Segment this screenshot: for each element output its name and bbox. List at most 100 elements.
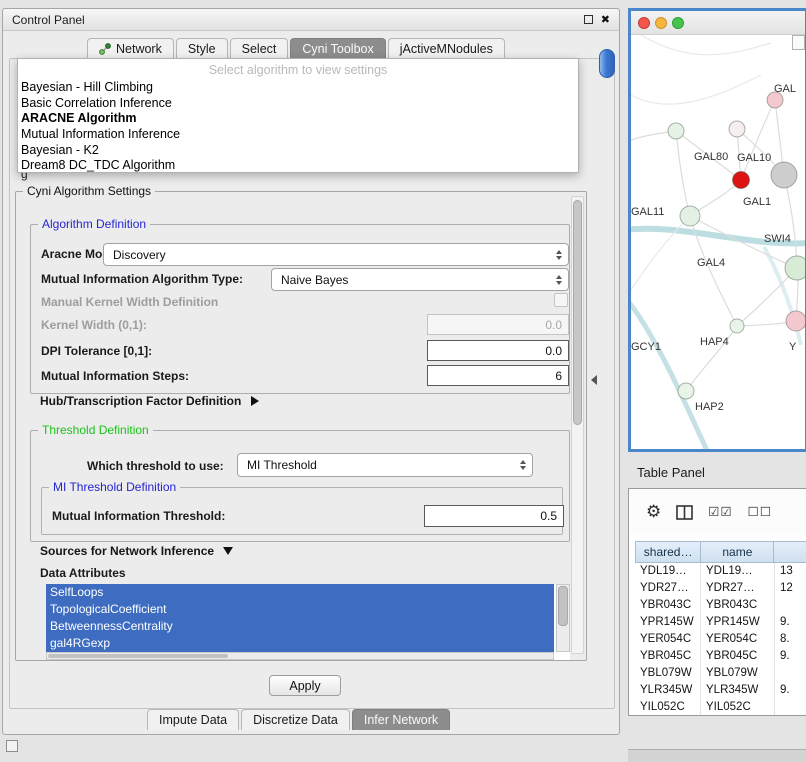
split-pane-handle-icon[interactable] [591,375,597,385]
data-attributes-list: SelfLoops TopologicalCoefficient Between… [46,584,570,660]
mi-steps-field[interactable]: 6 [427,365,569,386]
algorithm-option-highlighted[interactable]: ARACNE Algorithm [18,111,578,127]
algorithm-option[interactable]: Dream8 DC_TDC Algorithm [18,158,578,174]
network-node[interactable] [771,162,797,188]
tab-jactivemodules[interactable]: jActiveMNodules [388,38,505,59]
scrollbar-thumb[interactable] [558,586,568,626]
tab-infer-network[interactable]: Infer Network [352,709,450,730]
cell: YDR27… [635,580,701,597]
which-threshold-select[interactable]: MI Threshold [237,453,533,477]
tab-select[interactable]: Select [230,38,289,59]
attribute-item-selected[interactable]: TopologicalCoefficient [46,601,554,618]
cell: YBR045C [701,648,775,665]
popup-scrollbar-thumb[interactable] [599,49,615,78]
node-label: GCY1 [631,341,661,353]
node-label: HAP2 [695,401,724,413]
column-header[interactable]: shared… [636,542,701,562]
cell: YPR145W [635,614,701,631]
kernel-width-field[interactable]: 0.0 [427,314,569,335]
tab-style[interactable]: Style [176,38,228,59]
panel-title: Control Panel [12,13,85,27]
cell: YBL079W [635,665,701,682]
select-all-icon[interactable]: ☑☑ [708,506,732,519]
table-row[interactable]: YDL19… YDL19… 13 [635,563,806,580]
stepper-icon [556,250,562,260]
node-label: GAL4 [697,257,725,269]
network-window-titlebar[interactable] [631,11,805,35]
zoom-traffic-light-icon[interactable] [672,17,684,29]
algorithm-option[interactable]: Mutual Information Inference [18,127,578,143]
manual-kernel-checkbox[interactable] [554,293,568,307]
network-canvas[interactable]: GAL GAL80 GAL10 GAL11 GAL1 SWI4 GAL4 GCY… [631,35,805,449]
table-row[interactable]: YDR27… YDR27… 12 [635,580,806,597]
network-node-selected[interactable] [733,172,750,189]
close-traffic-light-icon[interactable] [638,17,650,29]
bottom-tab-bar: Impute Data Discretize Data Infer Networ… [147,709,452,730]
show-columns-icon[interactable] [676,505,693,520]
table-row[interactable]: YBL079W YBL079W [635,665,806,682]
mi-threshold-field[interactable]: 0.5 [424,505,564,527]
apply-button[interactable]: Apply [269,675,341,696]
cell: YPR145W [701,614,775,631]
tab-network[interactable]: Network [87,38,174,59]
cell [775,665,806,682]
deselect-all-icon[interactable]: ☐☐ [748,506,772,519]
cyni-algorithm-settings-group: Cyni Algorithm Settings Algorithm Defini… [15,191,587,661]
network-graph: GAL GAL80 GAL10 GAL11 GAL1 SWI4 GAL4 GCY… [631,35,805,449]
attributes-horizontal-scrollbar[interactable] [46,652,554,660]
network-node[interactable] [730,319,744,333]
minimized-panel-icon[interactable] [6,740,18,752]
node-label: SWI4 [764,233,791,245]
cell: YLR345W [701,682,775,699]
sources-disclosure[interactable]: Sources for Network Inference [40,544,233,558]
algorithm-definition-group: Algorithm Definition Aracne Mode: Discov… [30,224,570,394]
settings-vertical-scrollbar[interactable] [571,196,584,654]
algorithm-option[interactable]: Basic Correlation Inference [18,96,578,112]
table-row[interactable]: YPR145W YPR145W 9. [635,614,806,631]
algorithm-option[interactable]: Bayesian - Hill Climbing [18,80,578,96]
attribute-item-selected[interactable]: SelfLoops [46,584,554,601]
collapsed-arrow-icon [251,396,259,406]
attribute-item-selected[interactable]: gal4RGexp [46,635,554,652]
table-header-row: shared… name [635,541,806,563]
node-label: GAL [774,83,796,95]
network-node[interactable] [785,256,805,280]
mi-type-select[interactable]: Naive Bayes [271,268,569,291]
network-node[interactable] [678,383,694,399]
scrollbar-thumb[interactable] [573,200,582,425]
table-row[interactable]: YBR045C YBR045C 9. [635,648,806,665]
table-row[interactable]: YBR043C YBR043C [635,597,806,614]
tab-cyni-toolbox[interactable]: Cyni Toolbox [290,38,385,59]
table-row[interactable]: YIL052C YIL052C [635,699,806,716]
hub-definition-disclosure[interactable]: Hub/Transcription Factor Definition [40,394,259,408]
attributes-vertical-scrollbar[interactable] [556,584,570,652]
control-panel-titlebar[interactable]: Control Panel ✖ [3,9,619,31]
tab-label: jActiveMNodules [400,42,493,56]
canvas-scrollbar-corner[interactable] [792,35,805,50]
minimize-traffic-light-icon[interactable] [655,17,667,29]
tab-impute-data[interactable]: Impute Data [147,709,239,730]
scrollbar-thumb[interactable] [48,654,228,658]
cell [775,597,806,614]
network-node[interactable] [729,121,745,137]
column-header[interactable] [774,542,806,562]
attribute-item-selected[interactable]: BetweennessCentrality [46,618,554,635]
tab-discretize-data[interactable]: Discretize Data [241,709,350,730]
expanded-arrow-icon [223,547,233,555]
network-node[interactable] [680,206,700,226]
network-tab-icon [99,43,111,55]
field-value: 0.0 [545,318,562,332]
close-icon[interactable]: ✖ [601,14,610,25]
column-header[interactable]: name [701,542,774,562]
network-node[interactable] [668,123,684,139]
control-panel-window: Control Panel ✖ Network Style Select Cyn… [2,8,620,735]
float-window-icon[interactable] [584,15,593,24]
table-toolbar: ⚙ ☑☑ ☐☐ [629,489,806,535]
algorithm-option[interactable]: Bayesian - K2 [18,143,578,159]
table-row[interactable]: YLR345W YLR345W 9. [635,682,806,699]
aracne-mode-select[interactable]: Discovery [103,243,569,266]
table-row[interactable]: YER054C YER054C 8. [635,631,806,648]
dpi-tolerance-field[interactable]: 0.0 [427,340,569,361]
gear-icon[interactable]: ⚙ [646,504,661,521]
network-node[interactable] [786,311,805,331]
